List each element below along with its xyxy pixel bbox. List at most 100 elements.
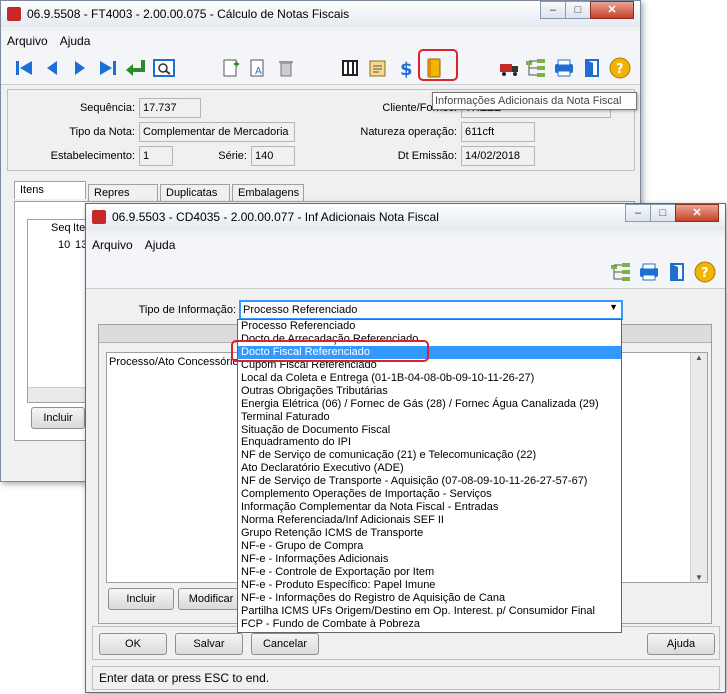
estabelecimento-label: Estabelecimento: <box>50 150 135 162</box>
grid-header-item: Ite <box>73 222 86 234</box>
last-record-icon[interactable] <box>97 57 119 79</box>
new-record-icon[interactable] <box>219 57 241 79</box>
dropdown-option[interactable]: Enquadramento do IPI <box>238 436 621 449</box>
serie-label: Série: <box>218 150 247 162</box>
dropdown-option[interactable]: Complemento Operações de Importação - Se… <box>238 488 621 501</box>
dialog-minimize-button[interactable]: – <box>625 204 651 222</box>
dialog-tree-icon[interactable] <box>610 261 632 283</box>
truck-icon[interactable] <box>499 57 521 79</box>
grid-header-seq: Seq <box>51 222 71 234</box>
chevron-down-icon: ▼ <box>609 302 618 312</box>
dropdown-option[interactable]: Situação de Documento Fiscal <box>238 424 621 437</box>
svg-text:?: ? <box>701 266 709 281</box>
tab-duplicatas[interactable]: Duplicatas <box>160 184 230 202</box>
highlight-selected-option <box>231 340 429 362</box>
sequencia-field[interactable]: 17.737 <box>139 98 201 118</box>
incluir-item-button[interactable]: Incluir <box>31 407 85 429</box>
scroll-down-arrow-icon[interactable]: ▼ <box>691 573 707 582</box>
dropdown-option[interactable]: Informação Complementar da Nota Fiscal -… <box>238 501 621 514</box>
search-record-icon[interactable] <box>153 57 175 79</box>
ajuda-button[interactable]: Ajuda <box>647 633 715 655</box>
help-icon[interactable]: ? <box>609 57 631 79</box>
dropdown-option[interactable]: Energia Elétrica (06) / Fornec de Gás (2… <box>238 398 621 411</box>
dialog-title: 06.9.5503 - CD4035 - 2.00.00.077 - Inf A… <box>112 210 439 224</box>
cancelar-button[interactable]: Cancelar <box>251 633 319 655</box>
dialog-printer-icon[interactable] <box>638 261 660 283</box>
dialog-menubar: Arquivo Ajuda <box>86 235 725 255</box>
tab-repres[interactable]: Repres <box>88 184 158 202</box>
first-record-icon[interactable] <box>13 57 35 79</box>
maximize-button[interactable]: □ <box>565 1 591 19</box>
dropdown-option[interactable]: Processo Referenciado <box>238 320 621 333</box>
printer-icon[interactable] <box>553 57 575 79</box>
tipo-informacao-select[interactable]: Processo Referenciado ▼ <box>239 300 623 320</box>
dt-emissao-label: Dt Emissão: <box>397 150 457 162</box>
estabelecimento-field[interactable]: 1 <box>139 146 173 166</box>
highlight-additional-info <box>418 49 458 81</box>
dialog-menu-arquivo[interactable]: Arquivo <box>92 235 133 255</box>
svg-text:$: $ <box>400 59 413 78</box>
ok-button[interactable]: OK <box>99 633 167 655</box>
list-incluir-button[interactable]: Incluir <box>108 588 174 610</box>
dialog-exit-door-icon[interactable] <box>666 261 688 283</box>
notes-icon[interactable] <box>367 57 389 79</box>
dropdown-option[interactable]: NF-e - Produto Específico: Papel Imune <box>238 579 621 592</box>
status-text: Enter data or press ESC to end. <box>99 671 270 685</box>
dropdown-option[interactable]: FCP - Fundo de Combate à Pobreza <box>238 618 621 631</box>
dollar-icon[interactable]: $ <box>395 57 417 79</box>
tipo-informacao-label: Tipo de Informação: <box>138 304 236 316</box>
tipo-nota-field[interactable]: Complementar de Mercadoria <box>139 122 295 142</box>
salvar-button[interactable]: Salvar <box>175 633 243 655</box>
minimize-button[interactable]: – <box>540 1 566 19</box>
grid-cell-seq: 10 <box>58 239 71 251</box>
menu-ajuda[interactable]: Ajuda <box>60 31 91 51</box>
calculator-icon[interactable] <box>339 57 361 79</box>
dialog-maximize-button[interactable]: □ <box>650 204 676 222</box>
dropdown-option[interactable]: Norma Referenciada/Inf Adicionais SEF II <box>238 514 621 527</box>
edit-record-icon[interactable]: A <box>247 57 269 79</box>
goto-record-icon[interactable] <box>125 57 147 79</box>
dialog-close-button[interactable]: ✕ <box>675 204 719 222</box>
dropdown-option[interactable]: Local da Coleta e Entrega (01-1B-04-08-0… <box>238 372 621 385</box>
menu-arquivo[interactable]: Arquivo <box>7 31 48 51</box>
serie-field[interactable]: 140 <box>251 146 295 166</box>
svg-text:?: ? <box>616 62 624 77</box>
dialog-titlebar: 06.9.5503 - CD4035 - 2.00.00.077 - Inf A… <box>86 204 725 230</box>
previous-record-icon[interactable] <box>41 57 63 79</box>
main-titlebar: 06.9.5508 - FT4003 - 2.00.00.075 - Cálcu… <box>1 1 640 27</box>
next-record-icon[interactable] <box>69 57 91 79</box>
tab-itens[interactable]: Itens <box>14 181 86 199</box>
dialog-toolbar: ? <box>86 255 725 289</box>
main-toolbar: A $ ? <box>1 51 640 85</box>
tree-icon[interactable] <box>525 57 547 79</box>
dropdown-option[interactable]: Outras Obrigações Tributárias <box>238 385 621 398</box>
scroll-up-arrow-icon[interactable]: ▲ <box>691 353 707 362</box>
dropdown-option[interactable]: Grupo Retenção ICMS de Transporte <box>238 527 621 540</box>
dropdown-option[interactable]: NF-e - Controle de Exportação por Item <box>238 566 621 579</box>
dropdown-option[interactable]: Terminal Faturado <box>238 411 621 424</box>
tipo-informacao-value: Processo Referenciado <box>243 304 358 316</box>
dialog-help-icon[interactable]: ? <box>694 261 716 283</box>
dt-emissao-field[interactable]: 14/02/2018 <box>461 146 535 166</box>
dialog-menu-ajuda[interactable]: Ajuda <box>145 235 176 255</box>
dropdown-option[interactable]: NF-e - Grupo de Compra <box>238 540 621 553</box>
dropdown-option[interactable]: NF-e - Informações do Registro de Aquisi… <box>238 592 621 605</box>
grid-scrollbar[interactable] <box>28 387 88 402</box>
dropdown-option[interactable]: NF-e - Informações Adicionais <box>238 553 621 566</box>
list-vertical-scrollbar[interactable]: ▲ ▼ <box>690 353 707 582</box>
dropdown-option[interactable]: NF de Serviço de Transporte - Aquisição … <box>238 475 621 488</box>
dropdown-option[interactable]: Partilha ICMS UFs Origem/Destino em Op. … <box>238 605 621 618</box>
svg-text:A: A <box>255 66 262 77</box>
status-bar: Enter data or press ESC to end. <box>92 666 720 690</box>
list-modificar-button[interactable]: Modificar <box>178 588 244 610</box>
dropdown-option[interactable]: Ato Declaratório Executivo (ADE) <box>238 462 621 475</box>
tab-embalagens[interactable]: Embalagens <box>232 184 304 202</box>
tipo-informacao-dropdown-list[interactable]: Processo Referenciado Docto de Arrecadaçã… <box>237 319 622 633</box>
app-icon <box>7 7 21 21</box>
natureza-field[interactable]: 611cft <box>461 122 535 142</box>
delete-record-icon[interactable] <box>275 57 297 79</box>
dropdown-option[interactable]: NF de Serviço de comunicação (21) e Tele… <box>238 449 621 462</box>
close-button[interactable]: ✕ <box>590 1 634 19</box>
natureza-label: Natureza operação: <box>360 126 457 138</box>
exit-door-icon[interactable] <box>581 57 603 79</box>
